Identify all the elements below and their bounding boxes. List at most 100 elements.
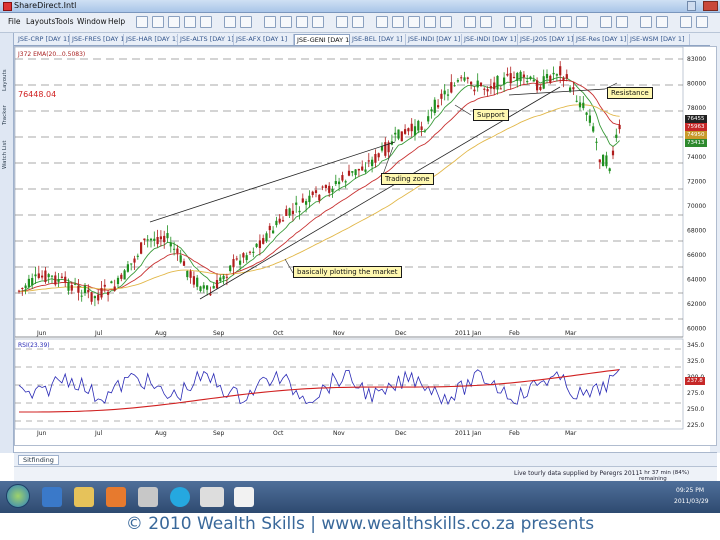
candle-body — [410, 123, 413, 132]
line-chart-icon[interactable] — [440, 16, 452, 28]
bar-icon[interactable] — [424, 16, 436, 28]
candle-icon[interactable] — [408, 16, 420, 28]
tab-chart[interactable]: JSE-HAR [DAY 1] — [124, 34, 178, 45]
zoom-icon[interactable] — [200, 16, 212, 28]
scan-icon[interactable] — [544, 16, 556, 28]
candle-body — [532, 79, 535, 82]
open-icon[interactable] — [152, 16, 164, 28]
chart-window: Jun Jul Aug Sep Oct Nov Dec 2011 Jan Feb Mar Jun J… — [14, 46, 717, 446]
price-chart-svg[interactable]: Jun Jul Aug Sep Oct Nov Dec 2011 Jan Feb Mar Jun J… — [14, 46, 718, 447]
save-icon[interactable] — [168, 16, 180, 28]
candle-body — [496, 75, 499, 90]
menu-tools[interactable]: Tools — [55, 17, 73, 26]
tab-chart[interactable]: JSE-WSM [DAY 1] — [628, 34, 690, 45]
zoom-out-icon[interactable] — [480, 16, 492, 28]
folder-icon[interactable] — [74, 487, 94, 507]
candle-body — [489, 86, 492, 89]
menu-layouts[interactable]: Layouts — [26, 17, 55, 26]
window-icon[interactable] — [656, 16, 668, 28]
tab-chart[interactable]: JSE-INDI [DAY 1] — [406, 34, 462, 45]
tab-chart[interactable]: JSE-Res [DAY 1] — [574, 34, 628, 45]
news-icon[interactable] — [560, 16, 572, 28]
candle-body — [466, 77, 469, 79]
candle-body — [156, 237, 159, 245]
candle-body — [380, 146, 384, 151]
tool-icon[interactable] — [138, 487, 158, 507]
candle-body — [222, 275, 225, 280]
menu-help[interactable]: Help — [108, 17, 125, 26]
tab-sitfinding[interactable]: Sitfinding — [18, 455, 59, 465]
sharedirect-icon[interactable] — [200, 487, 224, 507]
candle-body — [41, 275, 44, 278]
title-bar: ShareDirect.Intl — [0, 0, 720, 13]
candle-body — [588, 115, 591, 123]
compare-icon[interactable] — [504, 16, 516, 28]
rsi-y-axis-label: 325.0 — [687, 358, 704, 365]
close-button[interactable] — [703, 1, 718, 11]
minimize-button[interactable] — [687, 1, 696, 11]
template-icon[interactable] — [392, 16, 404, 28]
tab-chart[interactable]: JSE-CRP [DAY 1] — [16, 34, 70, 45]
print-icon[interactable] — [184, 16, 196, 28]
candle-body — [440, 93, 443, 99]
candle-body — [578, 102, 582, 108]
start-orb-icon[interactable] — [6, 484, 30, 508]
y-axis-label: 60000 — [687, 326, 706, 333]
alert-icon[interactable] — [520, 16, 532, 28]
menu-window[interactable]: Window — [77, 17, 107, 26]
x-axis-label: Feb — [509, 330, 520, 337]
y-axis-label: 62000 — [687, 301, 706, 308]
ie-icon[interactable] — [42, 487, 62, 507]
candle-body — [347, 170, 351, 176]
candle-body — [107, 291, 110, 295]
rsi-x-axis-label: Jul — [94, 430, 103, 437]
candle-body — [433, 99, 436, 114]
tab-chart[interactable]: JSE-FRES [DAY 1] — [70, 34, 124, 45]
fib-tool-icon[interactable] — [312, 16, 324, 28]
tab-chart-active[interactable]: JSE-GENI [DAY 1] — [294, 34, 350, 45]
rsi-x-axis-label: Mar — [565, 430, 577, 437]
portfolio-icon[interactable] — [576, 16, 588, 28]
magnify-icon[interactable] — [600, 16, 612, 28]
candle-body — [572, 87, 575, 90]
new-chart-icon[interactable] — [136, 16, 148, 28]
tab-chart[interactable]: JSE-AFX [DAY 1] — [234, 34, 294, 45]
left-tab-tracker[interactable]: Tracker — [2, 95, 12, 125]
tab-chart[interactable]: JSE-INDI [DAY 1] — [462, 34, 518, 45]
candle-body — [140, 242, 143, 254]
candle-body — [407, 128, 410, 132]
zoom-in-icon[interactable] — [464, 16, 476, 28]
candle-body — [314, 190, 318, 193]
line-tool-icon[interactable] — [296, 16, 308, 28]
cursor-icon[interactable] — [264, 16, 276, 28]
tab-chart[interactable]: JSE-ALTS [DAY 1] — [178, 34, 234, 45]
x-axis-label: Sep — [213, 330, 225, 337]
candle-body — [255, 243, 258, 247]
candle-body — [536, 80, 539, 91]
tab-chart[interactable]: JSE-J205 [DAY 1] — [518, 34, 574, 45]
grid-icon[interactable] — [616, 16, 628, 28]
candle-body — [305, 201, 308, 205]
candle-body — [394, 132, 397, 135]
candle-body — [37, 273, 40, 278]
channel-tool-icon[interactable] — [352, 16, 364, 28]
candle-body — [509, 73, 512, 84]
left-tab-layouts[interactable]: Layouts — [2, 51, 12, 91]
left-tab-watchlist[interactable]: Watch List — [2, 129, 12, 170]
settings-icon[interactable] — [224, 16, 236, 28]
menu-file[interactable]: File — [8, 17, 21, 26]
refresh-icon[interactable] — [240, 16, 252, 28]
price-tag: 75963 — [685, 123, 707, 131]
info-icon[interactable] — [696, 16, 708, 28]
tab-chart[interactable]: JSE-BEL [DAY 1] — [350, 34, 406, 45]
indicator-icon[interactable] — [376, 16, 388, 28]
media-player-icon[interactable] — [106, 487, 126, 507]
skype-icon[interactable] — [170, 487, 190, 507]
help-icon[interactable] — [680, 16, 692, 28]
layout-icon[interactable] — [640, 16, 652, 28]
crosshair-icon[interactable] — [280, 16, 292, 28]
text-tool-icon[interactable] — [336, 16, 348, 28]
candle-body — [291, 210, 294, 215]
document-icon[interactable] — [234, 487, 254, 507]
candle-body — [301, 198, 304, 203]
